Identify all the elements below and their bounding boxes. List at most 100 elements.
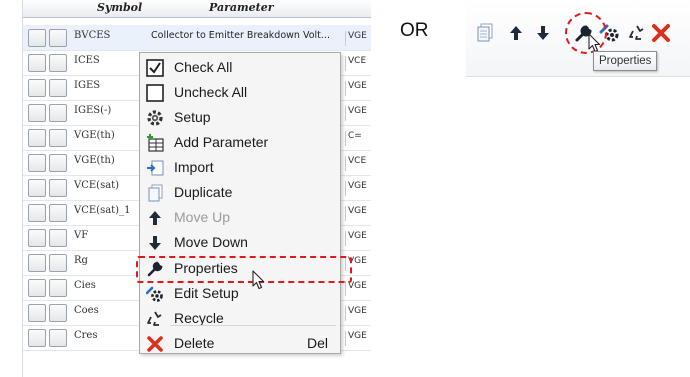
row-checkbox[interactable] bbox=[28, 54, 46, 72]
row-symbol: VGE(th) bbox=[74, 130, 115, 141]
row-checkbox[interactable] bbox=[28, 129, 46, 147]
menu-item-edit-setup[interactable]: Edit Setup bbox=[140, 282, 340, 306]
row-symbol: Rg bbox=[74, 255, 88, 266]
row-symbol: ICES bbox=[74, 55, 100, 66]
row-checkbox-secondary[interactable] bbox=[49, 304, 67, 322]
checkbox-empty-icon bbox=[146, 84, 164, 102]
row-checkbox-secondary[interactable] bbox=[49, 79, 67, 97]
arrow-up-icon[interactable] bbox=[505, 22, 527, 44]
row-condition: VGE bbox=[345, 81, 371, 96]
row-condition: VGE bbox=[345, 331, 371, 346]
menu-item-label: Move Down bbox=[174, 234, 248, 250]
menu-item-move-up: Move Up bbox=[140, 206, 340, 230]
row-checkbox[interactable] bbox=[28, 254, 46, 272]
recycle-icon bbox=[146, 310, 164, 328]
row-checkbox[interactable] bbox=[28, 179, 46, 197]
menu-item-label: Recycle bbox=[174, 310, 224, 326]
row-checkbox[interactable] bbox=[28, 29, 46, 47]
row-checkbox-secondary[interactable] bbox=[49, 54, 67, 72]
recycle-icon[interactable] bbox=[626, 22, 648, 44]
duplicate-icon[interactable] bbox=[474, 22, 496, 44]
close-x-icon[interactable] bbox=[650, 22, 672, 44]
row-symbol: Cies bbox=[74, 280, 96, 291]
row-condition: C= bbox=[345, 131, 371, 146]
menu-item-shortcut: Del bbox=[306, 335, 328, 351]
menu-item-duplicate[interactable]: Duplicate bbox=[140, 181, 340, 205]
row-checkbox-secondary[interactable] bbox=[49, 229, 67, 247]
menu-item-uncheck-all[interactable]: Uncheck All bbox=[140, 81, 340, 105]
row-condition: VGE bbox=[345, 231, 371, 246]
row-checkbox-secondary[interactable] bbox=[49, 329, 67, 347]
properties-tooltip: Properties bbox=[593, 51, 658, 71]
menu-item-label: Duplicate bbox=[174, 184, 233, 200]
row-condition: VGE bbox=[345, 206, 371, 221]
menu-item-label: Delete bbox=[174, 335, 215, 351]
row-checkbox-secondary[interactable] bbox=[49, 279, 67, 297]
mouse-cursor-icon bbox=[252, 270, 265, 290]
menu-item-label: Edit Setup bbox=[174, 285, 239, 301]
duplicate-icon bbox=[146, 184, 164, 202]
menu-item-setup[interactable]: Setup bbox=[140, 106, 340, 130]
row-checkbox-secondary[interactable] bbox=[49, 154, 67, 172]
row-symbol: BVCES bbox=[74, 30, 111, 41]
column-header-parameter[interactable]: Parameter bbox=[209, 1, 274, 14]
arrow-up-icon bbox=[146, 209, 164, 227]
menu-item-label: Move Up bbox=[174, 209, 231, 225]
row-condition: VCE bbox=[345, 156, 371, 171]
menu-item-move-down[interactable]: Move Down bbox=[140, 231, 340, 255]
row-checkbox-secondary[interactable] bbox=[49, 104, 67, 122]
row-checkbox-secondary[interactable] bbox=[49, 254, 67, 272]
row-symbol: VCE(sat)_1 bbox=[74, 205, 131, 216]
row-symbol: Cres bbox=[74, 330, 98, 341]
menu-item-label: Uncheck All bbox=[174, 84, 248, 100]
menu-item-delete[interactable]: Delete Del bbox=[140, 332, 340, 356]
row-symbol: VF bbox=[74, 230, 89, 241]
highlight-box bbox=[136, 256, 352, 283]
arrow-down-icon[interactable] bbox=[532, 22, 554, 44]
row-checkbox[interactable] bbox=[28, 154, 46, 172]
row-symbol: VGE(th) bbox=[74, 155, 115, 166]
context-menu: Check All Uncheck All Setup Add Parameter Im… bbox=[139, 52, 341, 354]
row-condition: VGE bbox=[345, 281, 371, 296]
row-condition: VGE bbox=[345, 306, 371, 321]
row-checkbox[interactable] bbox=[28, 204, 46, 222]
arrow-down-icon bbox=[146, 234, 164, 252]
row-checkbox[interactable] bbox=[28, 329, 46, 347]
row-symbol: IGES(-) bbox=[74, 105, 112, 116]
row-condition: VGE bbox=[345, 181, 371, 196]
gear-wrench-icon bbox=[145, 285, 164, 303]
menu-item-recycle[interactable]: Recycle bbox=[140, 307, 340, 331]
menu-separator bbox=[170, 325, 336, 326]
row-checkbox[interactable] bbox=[28, 79, 46, 97]
row-checkbox[interactable] bbox=[28, 229, 46, 247]
row-checkbox[interactable] bbox=[28, 104, 46, 122]
close-x-icon bbox=[146, 335, 164, 353]
row-symbol: VCE(sat) bbox=[74, 180, 120, 191]
row-checkbox-secondary[interactable] bbox=[49, 129, 67, 147]
row-checkbox-secondary[interactable] bbox=[49, 204, 67, 222]
row-condition: VGE bbox=[345, 31, 371, 46]
table-header: Symbol Parameter bbox=[23, 0, 371, 18]
table-row[interactable]: BVCES Collector to Emitter Breakdown Volt… bbox=[23, 25, 371, 51]
row-checkbox-secondary[interactable] bbox=[49, 29, 67, 47]
row-checkbox-secondary[interactable] bbox=[49, 179, 67, 197]
menu-item-label: Check All bbox=[174, 59, 233, 75]
or-label: OR bbox=[400, 20, 429, 41]
row-checkbox[interactable] bbox=[28, 279, 46, 297]
row-condition: VGE bbox=[345, 106, 371, 121]
menu-item-label: Import bbox=[174, 159, 214, 175]
column-header-symbol[interactable]: Symbol bbox=[97, 1, 142, 14]
menu-item-add-parameter[interactable]: Add Parameter bbox=[140, 131, 340, 155]
checkbox-checked-icon bbox=[146, 59, 164, 77]
menu-item-import[interactable]: Import bbox=[140, 156, 340, 180]
add-table-icon bbox=[146, 134, 164, 152]
row-parameter: Collector to Emitter Breakdown Volt... bbox=[151, 30, 330, 41]
menu-item-check-all[interactable]: Check All bbox=[140, 56, 340, 80]
row-symbol: IGES bbox=[74, 80, 101, 91]
menu-item-label: Setup bbox=[174, 109, 211, 125]
row-checkbox[interactable] bbox=[28, 304, 46, 322]
menu-item-label: Add Parameter bbox=[174, 134, 269, 150]
gear-icon bbox=[146, 109, 164, 127]
mouse-cursor-icon bbox=[588, 33, 601, 53]
row-condition: VCE bbox=[345, 56, 371, 71]
